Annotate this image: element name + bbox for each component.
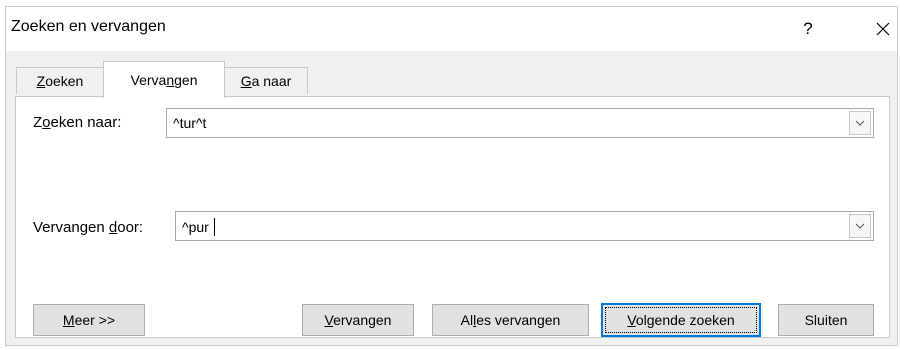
close-icon: [876, 22, 890, 36]
tab-zoeken[interactable]: Zoeken: [16, 67, 104, 94]
help-button[interactable]: ?: [786, 11, 830, 47]
replace-button-label: Vervangen: [324, 312, 392, 328]
replace-button[interactable]: Vervangen: [302, 304, 414, 336]
title-bar: Zoeken en vervangen ?: [6, 7, 897, 51]
find-what-value[interactable]: ^tur^t: [173, 115, 206, 131]
find-what-combobox[interactable]: ^tur^t: [166, 108, 874, 138]
tab-zoeken-label: Zoeken: [36, 73, 84, 89]
find-what-label: Zoeken naar:: [33, 114, 122, 131]
focus-rectangle: [605, 307, 757, 333]
tab-vervangen-label: Vervangen: [130, 72, 198, 88]
tab-strip: Zoeken Vervangen Ga naar: [6, 51, 897, 98]
help-icon: ?: [803, 19, 813, 38]
more-button[interactable]: Meer >>: [33, 304, 145, 336]
dialog-title: Zoeken en vervangen: [11, 18, 166, 35]
find-next-button[interactable]: Volgende zoeken: [601, 303, 761, 337]
replace-all-button[interactable]: Alles vervangen: [432, 304, 589, 336]
replace-all-button-label: Alles vervangen: [460, 312, 561, 328]
replace-tab-panel: Zoeken naar: ^tur^t Vervangen door: ^pur…: [15, 96, 890, 338]
chevron-down-icon: [855, 223, 865, 229]
replace-with-input[interactable]: ^pur: [182, 218, 215, 236]
replace-dropdown-button[interactable]: [849, 214, 871, 238]
close-window-button[interactable]: [861, 11, 900, 47]
tab-ga-naar-label: Ga naar: [240, 73, 292, 89]
find-dropdown-button[interactable]: [849, 111, 871, 135]
close-button[interactable]: Sluiten: [778, 304, 874, 336]
replace-with-combobox[interactable]: ^pur: [175, 211, 874, 241]
more-button-label: Meer >>: [62, 312, 116, 328]
tab-ga-naar[interactable]: Ga naar: [224, 67, 308, 94]
text-cursor: [213, 218, 215, 236]
find-replace-dialog: Zoeken en vervangen ? Zoeken Vervangen G…: [5, 6, 898, 346]
tab-vervangen[interactable]: Vervangen: [103, 61, 225, 98]
chevron-down-icon: [855, 120, 865, 126]
replace-with-label: Vervangen door:: [33, 219, 144, 236]
close-button-label: Sluiten: [804, 312, 848, 328]
